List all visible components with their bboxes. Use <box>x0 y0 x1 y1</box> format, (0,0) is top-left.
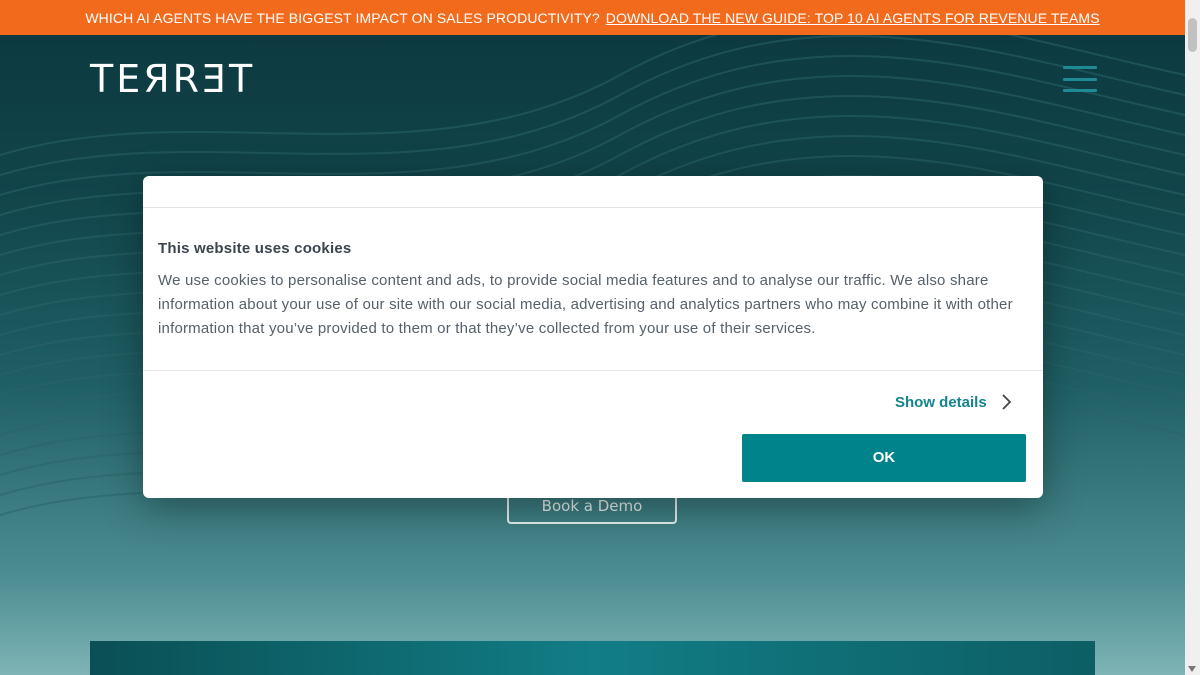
show-details-label: Show details <box>895 393 987 411</box>
announcement-text: WHICH AI AGENTS HAVE THE BIGGEST IMPACT … <box>85 9 600 26</box>
show-details-link[interactable]: Show details <box>895 390 1013 414</box>
terret-logo[interactable]: TEЯRƎT <box>90 57 255 101</box>
announcement-bar: WHICH AI AGENTS HAVE THE BIGGEST IMPACT … <box>0 0 1185 35</box>
dialog-divider-bottom <box>143 370 1043 371</box>
cookie-consent-dialog: This website uses cookies We use cookies… <box>143 176 1043 498</box>
chevron-right-icon <box>1002 394 1011 410</box>
menu-line <box>1063 77 1097 81</box>
scroll-down-arrow-icon[interactable] <box>1188 666 1196 672</box>
dialog-divider-top <box>143 207 1043 208</box>
menu-line <box>1063 89 1097 92</box>
featured-panel <box>90 641 1095 675</box>
download-guide-link[interactable]: DOWNLOAD THE NEW GUIDE: TOP 10 AI AGENTS… <box>606 10 1100 26</box>
cookie-dialog-body: We use cookies to personalise content an… <box>158 272 1013 337</box>
page-scrollbar[interactable] <box>1185 0 1200 675</box>
cookie-dialog-title: This website uses cookies <box>158 240 352 257</box>
hamburger-menu-icon[interactable] <box>1063 66 1097 92</box>
ok-button[interactable]: OK <box>742 434 1026 482</box>
scrollbar-thumb[interactable] <box>1188 18 1197 52</box>
menu-line <box>1063 66 1097 69</box>
